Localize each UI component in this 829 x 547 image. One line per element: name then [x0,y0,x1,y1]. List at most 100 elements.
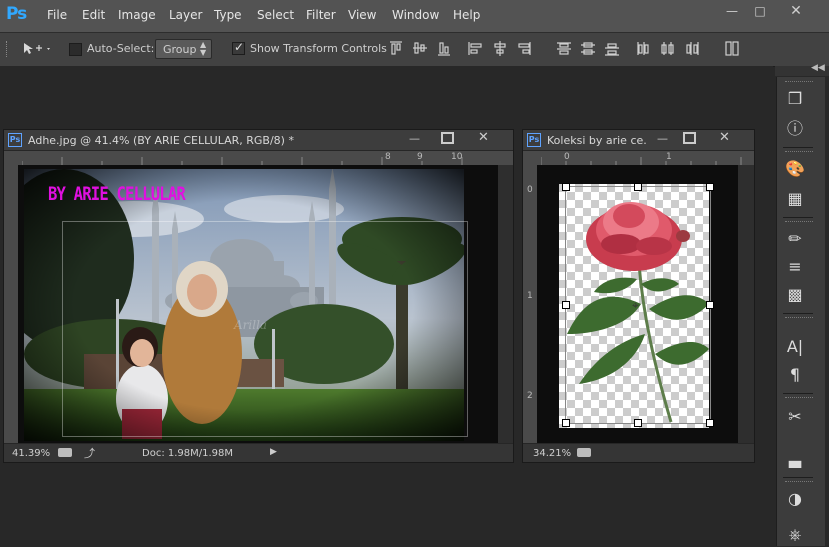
transform-handle-ml[interactable] [562,301,570,309]
align-vertical-centers-icon [413,42,427,54]
doc2-title: Koleksi by arie ce... [547,134,647,147]
dock-grip-icon [785,151,813,155]
distribute-bottom-icon [605,43,619,56]
transform-handle-br[interactable] [706,419,714,427]
ps-doc-icon: Ps [8,133,22,147]
dock-separator [783,393,813,394]
palette-icon[interactable]: 🎨 [777,157,813,181]
doc2-minimize-icon[interactable]: — [657,132,668,145]
dock-separator [783,147,813,148]
doc1-status-bar: 41.39% ⤴ Doc: 1.98M/1.98M ▶ [4,443,513,462]
dock-collapse-bar[interactable]: ◀◀ [775,63,829,76]
clone-source-icon[interactable]: ▩ [777,283,813,307]
menu-edit[interactable]: Edit [82,8,105,22]
transform-handle-tr[interactable] [706,183,714,191]
align-left-edges-icon [468,42,482,55]
distribute-left-icon [637,42,649,55]
brush-preset-icon[interactable]: ≡ [777,255,813,279]
auto-align-layers-icon [725,41,739,56]
auto-select-dropdown[interactable]: Group ▲ ▼ [155,39,212,59]
checkmark-icon: ✓ [234,40,245,54]
doc1-ruler-left [4,165,18,443]
character-icon[interactable]: A| [777,335,813,359]
doc1-zoom-level[interactable]: 41.39% [12,448,50,459]
doc1-vertical-scrollbar[interactable] [498,165,513,443]
histogram-icon[interactable]: ▃ [777,447,813,471]
doc1-export-icon[interactable]: ⤴ [84,445,95,461]
doc2-ruler-top-1: 1 [666,152,672,162]
document-window-koleksi[interactable]: Ps Koleksi by arie ce... — ✕ 0 1 0 1 2 ⌖… [522,129,755,463]
collapse-arrows-icon[interactable]: ◀◀ [811,63,825,73]
dock-separator [783,217,813,218]
paragraph-icon[interactable]: ¶ [777,363,813,387]
menu-view[interactable]: View [348,8,376,22]
doc2-zoom-level[interactable]: 34.21% [533,448,571,459]
brushes-icon[interactable]: ✏ [777,227,813,251]
transform-handle-mr[interactable] [706,301,714,309]
menu-image[interactable]: Image [118,8,156,22]
close-icon[interactable]: ✕ [785,2,807,20]
doc2-maximize-icon[interactable] [683,132,696,144]
transform-handle-bl[interactable] [562,419,570,427]
distribute-right-icon [686,42,699,55]
panel-dock: ❒ ⓘ 🎨 ▦ ✏ ≡ ▩ A| ¶ ✂ ▃ ◑ ⎈ [776,77,825,546]
grid-icon[interactable]: ▦ [777,187,813,211]
doc2-vertical-scrollbar[interactable] [738,165,754,443]
dock-grip-icon [785,81,813,85]
doc2-title-bar[interactable]: Ps Koleksi by arie ce... — ✕ [523,130,754,151]
minimize-icon[interactable]: — [721,2,743,20]
doc1-minimize-icon[interactable]: — [409,132,420,145]
overlay-text-layer[interactable]: BY ARIE CELLULAR [48,183,186,205]
menu-filter[interactable]: Filter [306,8,336,22]
doc2-close-icon[interactable]: ✕ [719,130,730,145]
menu-help[interactable]: Help [453,8,480,22]
align-right-edges-icon [518,42,531,55]
3d-cube-icon[interactable]: ❒ [777,87,813,111]
navigator-icon[interactable]: ⎈ [777,523,813,547]
maximize-icon[interactable]: □ [749,2,771,20]
doc2-status-link-icon[interactable] [577,448,591,457]
info-icon[interactable]: ⓘ [777,117,813,141]
auto-select-checkbox[interactable] [69,43,82,56]
transform-handle-tc[interactable] [634,183,642,191]
menu-layer[interactable]: Layer [169,8,202,22]
options-bar: Auto-Select: Group ▲ ▼ ✓ Show Transform C… [0,32,829,67]
doc1-close-icon[interactable]: ✕ [478,130,489,145]
document-window-adhe[interactable]: Ps Adhe.jpg @ 41.4% (BY ARIE CELLULAR, R… [3,129,514,463]
doc1-status-menu-arrow-icon[interactable]: ▶ [270,447,277,457]
distribute-vcenter-icon [581,42,595,55]
ps-doc-icon-2: Ps [527,133,541,147]
tools-icon[interactable]: ✂ [777,405,813,429]
doc1-ruler-tick-10: 10 [451,152,463,162]
auto-select-label: Auto-Select: [87,42,155,55]
doc1-doc-size: Doc: 1.98M/1.98M [142,448,234,459]
doc1-canvas-area[interactable]: Arilla BY ARIE CELLULAR [18,165,498,443]
doc1-title-bar[interactable]: Ps Adhe.jpg @ 41.4% (BY ARIE CELLULAR, R… [4,130,513,151]
doc2-ruler-top-ticks [541,157,742,165]
menu-bar: Ps File Edit Image Layer Type Select Fil… [0,0,829,32]
doc1-maximize-icon[interactable] [441,132,454,144]
app-logo: Ps [6,4,27,24]
transform-center-icon[interactable]: ⌖ [632,298,639,313]
doc1-ruler-top: 8 9 10 [4,151,513,165]
doc1-title: Adhe.jpg @ 41.4% (BY ARIE CELLULAR, RGB/… [28,134,294,147]
align-bottom-edges-icon [438,42,450,56]
menu-window[interactable]: Window [392,8,439,22]
doc1-status-link-icon[interactable] [58,448,72,457]
align-icons-group [390,41,739,56]
adjustments-icon[interactable]: ◑ [777,487,813,511]
move-tool-icon[interactable] [22,42,52,56]
toolbar-grip-icon [6,41,9,57]
show-transform-checkbox[interactable]: ✓ [232,40,245,55]
transform-handle-bc[interactable] [634,419,642,427]
doc2-status-bar: 34.21% [523,443,754,462]
menu-select[interactable]: Select [257,8,294,22]
doc2-ruler-left: 0 1 2 [523,165,537,443]
doc2-canvas-area[interactable]: ⌖ [537,165,738,443]
menu-file[interactable]: File [47,8,67,22]
menu-type[interactable]: Type [214,8,242,22]
doc1-ruler-tick-8: 8 [385,152,391,162]
show-transform-label: Show Transform Controls [250,42,387,55]
doc2-ruler-top-0: 0 [564,152,570,162]
transform-handle-tl[interactable] [562,183,570,191]
